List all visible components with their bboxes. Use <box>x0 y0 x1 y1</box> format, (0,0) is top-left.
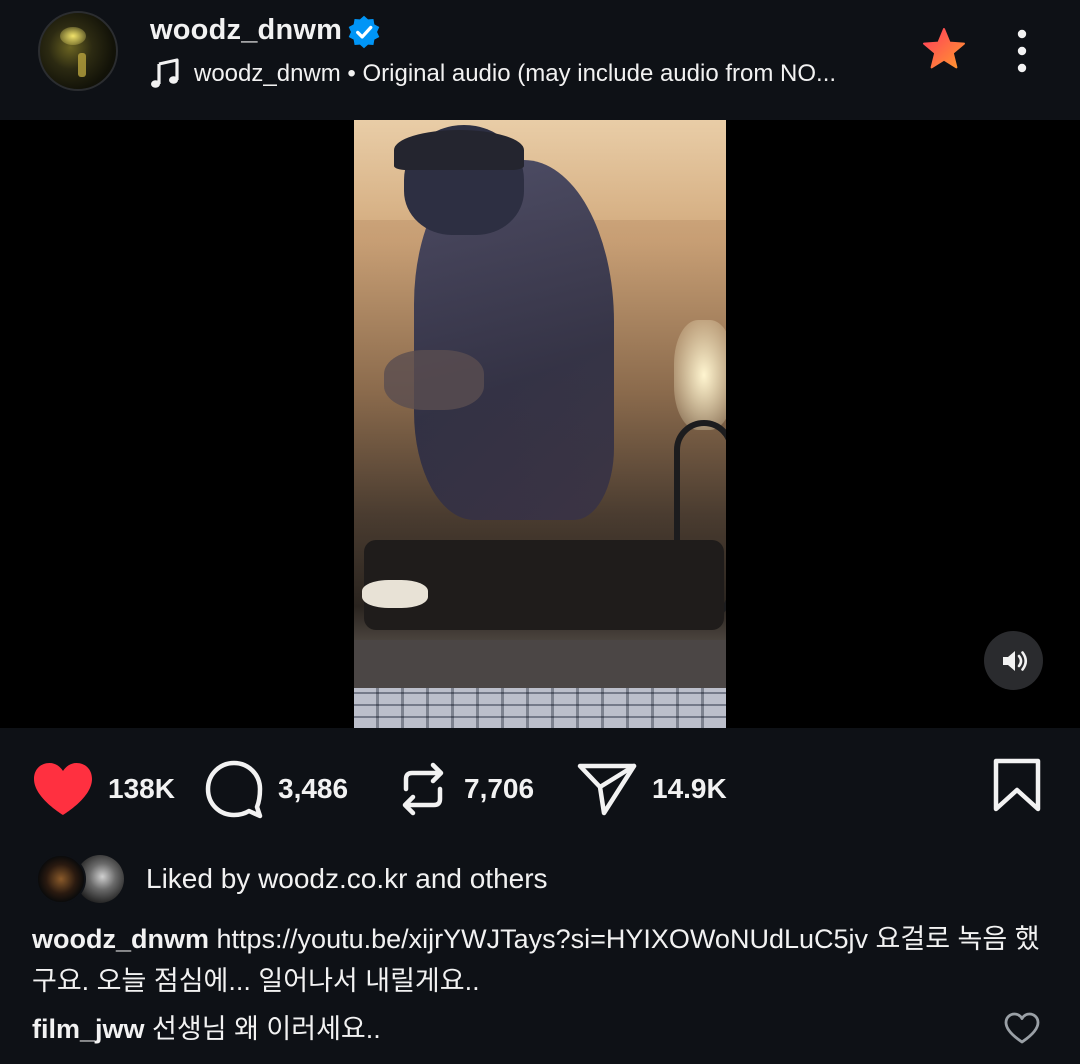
repost-icon <box>402 762 444 816</box>
post-caption: woodz_dnwm https://youtu.be/xijrYWJTays?… <box>32 918 1042 1002</box>
video-person-hand <box>384 350 484 410</box>
avatar-stage-light <box>60 27 86 45</box>
video-lamp-glow <box>674 320 726 430</box>
more-vertical-icon[interactable] <box>1008 28 1036 74</box>
liked-by-row[interactable]: Liked by woodz.co.kr and others <box>36 852 548 906</box>
username[interactable]: woodz_dnwm <box>150 14 342 47</box>
comment-count: 3,486 <box>278 773 349 804</box>
send-icon <box>577 763 637 816</box>
video-frame <box>354 120 726 728</box>
video-player[interactable] <box>0 120 1080 728</box>
profile-avatar[interactable] <box>38 11 118 91</box>
video-desk <box>354 640 726 688</box>
caption-username[interactable]: woodz_dnwm <box>32 924 209 954</box>
repost-count: 7,706 <box>464 773 535 804</box>
like-count: 138K <box>108 773 175 804</box>
video-towel <box>362 580 428 608</box>
comment-username[interactable]: film_jww <box>32 1014 145 1044</box>
video-person-cap <box>394 130 524 170</box>
share-button[interactable]: 14.9K <box>576 758 727 820</box>
volume-button[interactable] <box>984 631 1043 690</box>
comment-icon <box>205 760 263 819</box>
action-bar: 138K 3,486 7,706 14.9K <box>0 728 1080 848</box>
audio-label: woodz_dnwm • Original audio (may include… <box>194 60 837 87</box>
repost-button[interactable]: 7,706 <box>396 758 534 820</box>
heart-icon <box>34 763 92 815</box>
heart-outline-icon[interactable] <box>1004 1012 1040 1044</box>
star-icon[interactable] <box>920 26 968 74</box>
comment-preview[interactable]: film_jww 선생님 왜 이러세요.. <box>32 1008 992 1050</box>
post-header: woodz_dnwm woodz_dnwm • Original audio (… <box>0 0 1080 120</box>
comment-button[interactable]: 3,486 <box>204 758 348 820</box>
volume-icon <box>1002 650 1027 671</box>
audio-row[interactable]: woodz_dnwm • Original audio (may include… <box>150 58 836 90</box>
share-count: 14.9K <box>652 773 727 804</box>
avatar-figure <box>78 53 86 77</box>
bookmark-icon[interactable] <box>992 758 1042 812</box>
verified-badge-icon <box>348 15 380 49</box>
video-keyboard <box>354 688 726 728</box>
like-button[interactable]: 138K <box>32 758 175 820</box>
liker-avatar <box>36 854 86 904</box>
liked-by-text: Liked by woodz.co.kr and others <box>146 863 548 894</box>
music-note-icon <box>151 58 179 88</box>
comment-text: 선생님 왜 이러세요.. <box>152 1014 381 1044</box>
